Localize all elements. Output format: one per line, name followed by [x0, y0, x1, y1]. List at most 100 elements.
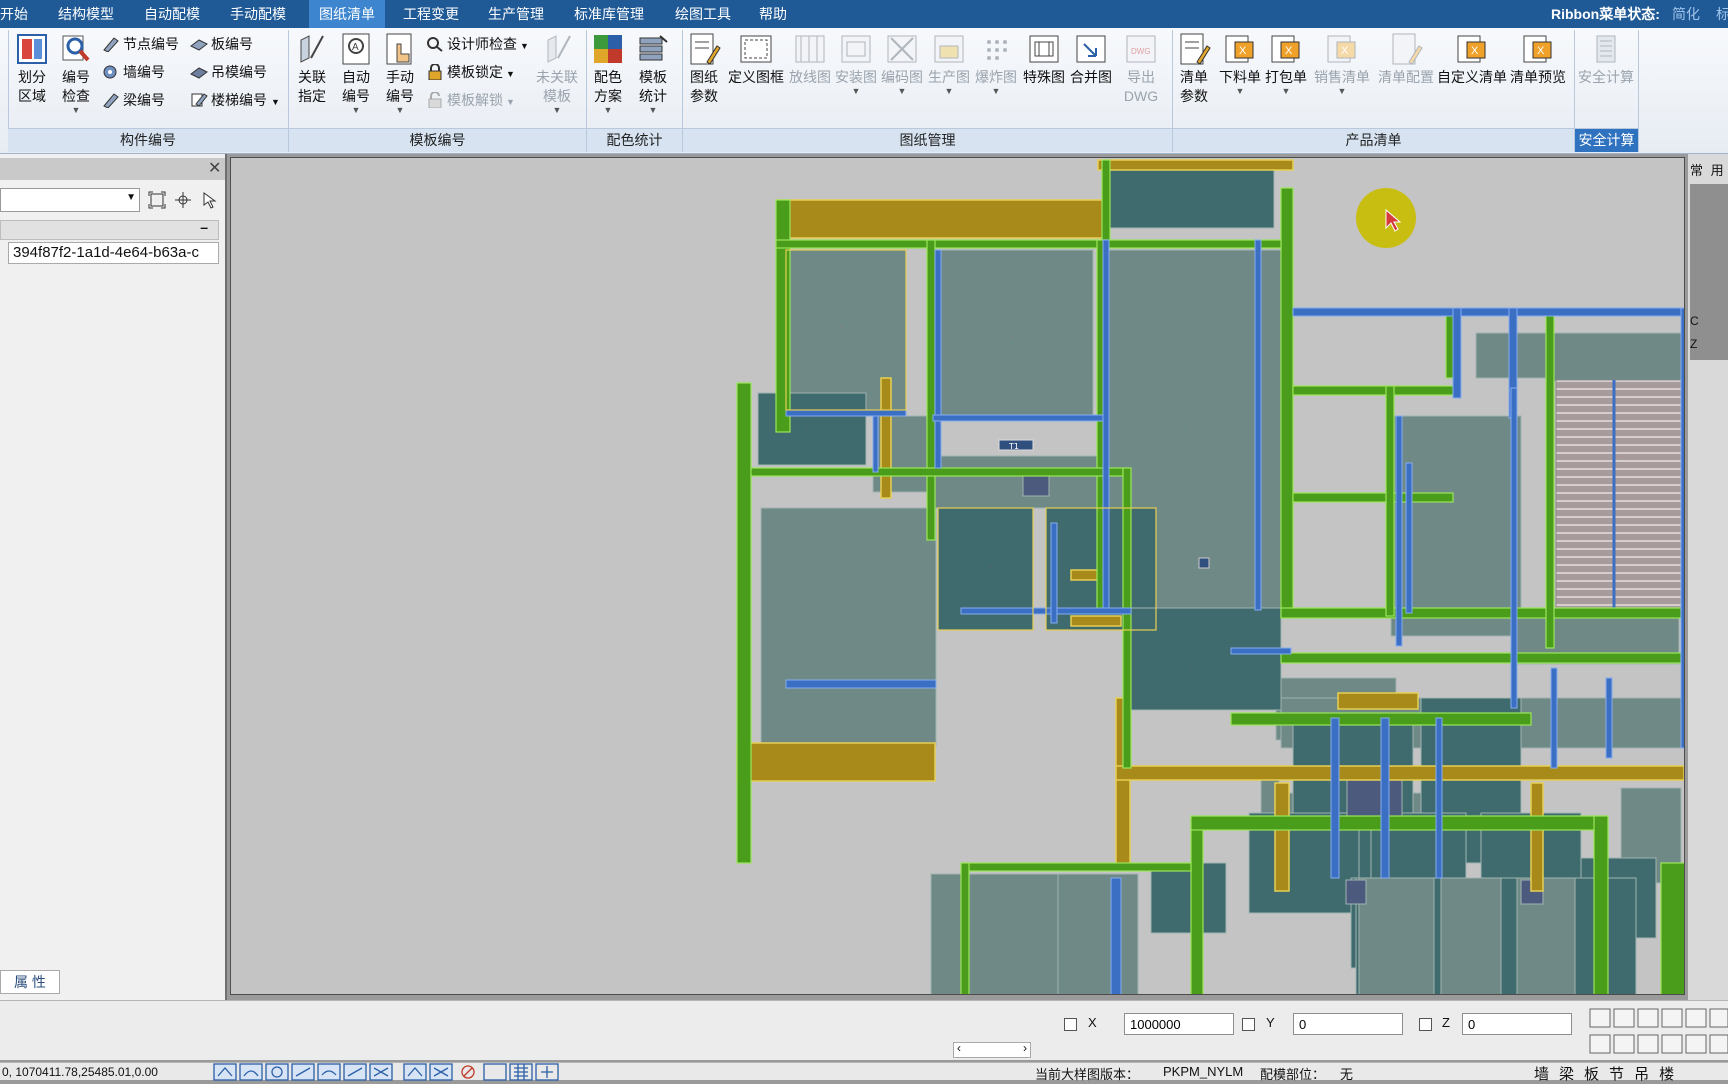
- command-panel-title: 常 用 命: [1690, 163, 1728, 178]
- color-scheme-button[interactable]: 配色 方案 ▼: [588, 32, 628, 115]
- menu-item-auto-formwork[interactable]: 自动配模: [138, 0, 206, 28]
- code-drawing-icon: [887, 35, 917, 63]
- x-coordinate-input[interactable]: [1124, 1013, 1234, 1035]
- menu-item-drawing-list[interactable]: 图纸清单: [309, 0, 385, 28]
- quick-tab-stair[interactable]: 楼: [1659, 1066, 1674, 1083]
- layout-grid-icon: [795, 35, 825, 63]
- designer-check-button[interactable]: 设计师检查 ▼: [426, 32, 529, 56]
- cutting-list-button[interactable]: X 下料单 ▼: [1218, 32, 1262, 96]
- menu-item-drawing-tools[interactable]: 绘图工具: [669, 0, 737, 28]
- auto-number-icon: A: [342, 33, 370, 65]
- custom-list-button[interactable]: X 自定义清单: [1436, 32, 1508, 87]
- svg-text:X: X: [1239, 45, 1247, 57]
- export-dwg-button[interactable]: DWG 导出 DWG: [1118, 32, 1164, 106]
- formwork-stats-button[interactable]: 模板 统计 ▼: [633, 32, 673, 115]
- element-id-item[interactable]: 394f87f2-1a1d-4e64-b63a-c: [8, 242, 219, 264]
- associate-assign-button[interactable]: 关联 指定: [292, 32, 332, 106]
- menu-item-start[interactable]: 开始: [0, 0, 34, 28]
- cad-viewport[interactable]: T1 · · · · · · · · ·: [230, 157, 1685, 995]
- x-lock-checkbox[interactable]: [1064, 1018, 1077, 1031]
- panel-title-bar: [0, 158, 225, 180]
- safety-calc-button[interactable]: 安全计算: [1576, 32, 1636, 87]
- position-label: 配模部位：: [1260, 1067, 1326, 1082]
- magnifier-icon: [427, 37, 443, 52]
- manual-numbering-button[interactable]: 手动 编号 ▼: [380, 32, 420, 115]
- command-panel: 常 用 命 C Z: [1688, 154, 1728, 1000]
- layer-select[interactable]: ▼: [0, 188, 140, 212]
- locate-crosshair-icon[interactable]: [174, 191, 192, 209]
- chevron-down-icon: ▼: [1337, 86, 1347, 96]
- formwork-lock-button[interactable]: 模板锁定 ▼: [426, 60, 515, 84]
- command-z-label: Z: [1690, 337, 1698, 351]
- y-lock-checkbox[interactable]: [1242, 1018, 1255, 1031]
- horizontal-scrollbar[interactable]: ‹ ›: [953, 1041, 1031, 1058]
- layout-drawing-button[interactable]: 放线图: [788, 32, 832, 87]
- z-coordinate-input[interactable]: [1462, 1013, 1572, 1035]
- tab-properties[interactable]: 属 性: [0, 970, 60, 994]
- coordinate-bar: X Y Z ‹ ›: [0, 1000, 1728, 1060]
- version-value: PKPM_NYLM: [1163, 1064, 1244, 1079]
- merge-drawing-button[interactable]: 合并图: [1069, 32, 1113, 87]
- production-drawing-button[interactable]: 生产图 ▼: [927, 32, 971, 96]
- merge-drawing-icon: [1076, 35, 1106, 63]
- collapse-icon[interactable]: –: [200, 219, 208, 235]
- chevron-down-icon: ▼: [506, 69, 515, 79]
- packing-list-button[interactable]: X 打包单 ▼: [1264, 32, 1308, 96]
- svg-text:X: X: [1285, 45, 1293, 57]
- special-drawing-icon: [1029, 35, 1059, 63]
- sales-list-button[interactable]: X 销售清单 ▼: [1310, 32, 1374, 96]
- slab-numbering-button[interactable]: 板编号: [190, 32, 253, 56]
- drawing-params-button[interactable]: 图纸 参数: [684, 32, 724, 106]
- chevron-down-icon: ▼: [71, 105, 81, 115]
- list-params-button[interactable]: 清单 参数: [1174, 32, 1214, 106]
- y-coordinate-input[interactable]: [1293, 1013, 1403, 1035]
- ribbon-state-standard[interactable]: 标: [1710, 0, 1728, 28]
- exploded-drawing-button[interactable]: 爆炸图 ▼: [974, 32, 1018, 96]
- stair-numbering-button[interactable]: 楼梯编号 ▼: [190, 88, 280, 112]
- quick-tab-node[interactable]: 节: [1609, 1066, 1624, 1083]
- list-config-button[interactable]: 清单配置: [1374, 32, 1438, 87]
- beam-numbering-button[interactable]: 梁编号: [102, 88, 165, 112]
- close-icon[interactable]: ✕: [208, 158, 221, 178]
- node-numbering-button[interactable]: 节点编号: [102, 32, 179, 56]
- menu-item-standard-library[interactable]: 标准库管理: [568, 0, 650, 28]
- quick-tab-wall[interactable]: 墙: [1534, 1066, 1549, 1083]
- frame-icon: [740, 35, 772, 63]
- quick-tab-beam[interactable]: 梁: [1559, 1066, 1574, 1083]
- ribbon: 划分 区域 编号 检查 ▼ 节点编号 墙编号 梁编号 板编号 吊模编号 楼梯编号 ▼ …: [0, 28, 1728, 154]
- menu-item-structure-model[interactable]: 结构模型: [52, 0, 120, 28]
- formwork-unlock-button[interactable]: 模板解锁 ▼: [426, 88, 515, 112]
- list-preview-button[interactable]: X 清单预览: [1506, 32, 1570, 87]
- menu-item-production-mgmt[interactable]: 生产管理: [482, 0, 550, 28]
- command-list[interactable]: [1690, 184, 1728, 360]
- menu-item-help[interactable]: 帮助: [753, 0, 793, 28]
- divide-region-button[interactable]: 划分 区域: [12, 32, 52, 106]
- number-check-button[interactable]: 编号 检查 ▼: [56, 32, 96, 115]
- menu-item-engineering-change[interactable]: 工程变更: [397, 0, 465, 28]
- pick-pointer-icon[interactable]: [200, 191, 218, 209]
- define-frame-button[interactable]: 定义图框: [726, 32, 786, 87]
- hanging-numbering-button[interactable]: 吊模编号: [190, 60, 267, 84]
- z-lock-checkbox[interactable]: [1419, 1018, 1432, 1031]
- quick-tab-hanging[interactable]: 吊: [1634, 1066, 1649, 1083]
- code-drawing-button[interactable]: 编码图 ▼: [880, 32, 924, 96]
- ribbon-state-simplify[interactable]: 简化: [1666, 0, 1706, 28]
- scroll-right-icon[interactable]: ›: [1023, 1041, 1027, 1055]
- auto-numbering-button[interactable]: A 自动 编号 ▼: [336, 32, 376, 115]
- node-pencil-icon: [103, 37, 119, 52]
- quick-tabs: 墙梁板节吊楼: [1534, 1063, 1674, 1083]
- stair-pencil-icon: [191, 93, 208, 107]
- version-label: 当前大样图版本：: [1035, 1067, 1140, 1082]
- scroll-left-icon[interactable]: ‹: [957, 1041, 961, 1055]
- menu-item-manual-formwork[interactable]: 手动配模: [224, 0, 292, 28]
- unassociated-formwork-button[interactable]: 未关联 模板 ▼: [532, 32, 582, 115]
- svg-text:X: X: [1341, 45, 1349, 57]
- special-drawing-button[interactable]: 特殊图: [1022, 32, 1066, 87]
- zoom-extents-icon[interactable]: [148, 191, 166, 209]
- chevron-down-icon: ▼: [1281, 86, 1291, 96]
- install-drawing-button[interactable]: 安装图 ▼: [834, 32, 878, 96]
- quick-tab-slab[interactable]: 板: [1584, 1066, 1599, 1083]
- manual-number-hand-icon: [386, 33, 412, 65]
- wall-numbering-button[interactable]: 墙编号: [102, 60, 165, 84]
- wall-gear-icon: [103, 65, 117, 79]
